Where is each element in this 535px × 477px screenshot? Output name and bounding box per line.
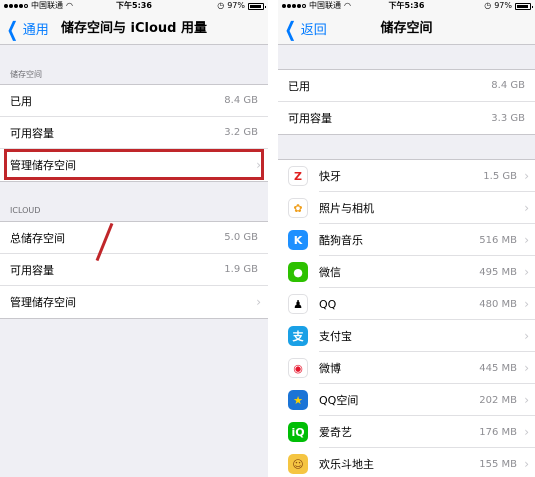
alipay-icon: 支 xyxy=(288,326,308,346)
app-size: 480 MB xyxy=(479,298,517,310)
battery-icon xyxy=(515,2,533,10)
page-title: 储存空间 xyxy=(380,21,433,36)
app-name: QQ xyxy=(319,297,337,311)
app-name: 照片与相机 xyxy=(319,202,374,215)
manage-icloud-storage-button[interactable]: 管理储存空间 › xyxy=(0,286,268,318)
chevron-right-icon: › xyxy=(524,393,529,407)
available-value: 3.2 GB xyxy=(224,127,258,138)
used-label: 已用 xyxy=(10,94,32,108)
available-row: 可用容量 3.2 GB xyxy=(0,117,268,149)
storage-and-icloud-screen: 中国联通 ◠ 下午5:36 ◷ 97% ❮ 通用 储存空间与 iCloud 用量… xyxy=(0,0,268,477)
app-row[interactable]: ★ QQ空间 202 MB › xyxy=(278,384,535,416)
chevron-right-icon: › xyxy=(524,169,529,183)
app-name: 快牙 xyxy=(319,170,341,183)
app-row[interactable]: ☺ 欢乐斗地主 155 MB › xyxy=(278,448,535,477)
section-header-icloud: ICLOUD xyxy=(10,206,41,215)
app-size: 155 MB xyxy=(479,458,517,470)
app-size: 1.5 GB xyxy=(483,170,517,182)
app-size: 202 MB xyxy=(479,394,517,406)
section-header-storage: 储存空间 xyxy=(10,70,42,79)
app-size: 176 MB xyxy=(479,426,517,438)
icloud-available-label: 可用容量 xyxy=(10,263,54,277)
icloud-available-value: 1.9 GB xyxy=(224,264,258,275)
total-storage-label: 总储存空间 xyxy=(10,231,65,245)
used-row: 已用 8.4 GB xyxy=(0,85,268,117)
photos-icon: ✿ xyxy=(288,198,308,218)
available-label: 可用容量 xyxy=(10,126,54,140)
used-value: 8.4 GB xyxy=(491,80,525,91)
app-size: 495 MB xyxy=(479,266,517,278)
app-name: 爱奇艺 xyxy=(319,426,352,439)
app-name: 微博 xyxy=(319,362,341,375)
app-row[interactable]: ♟ QQ 480 MB › xyxy=(278,288,535,320)
available-row: 可用容量 3.3 GB xyxy=(278,102,535,134)
doudizhu-icon: ☺ xyxy=(288,454,308,474)
kugou-icon: K xyxy=(288,230,308,250)
status-bar: 中国联通 ◠ 下午5:36 ◷ 97% xyxy=(0,0,268,12)
icloud-group: 总储存空间 5.0 GB 可用容量 1.9 GB 管理储存空间 › xyxy=(0,221,268,319)
qq-icon: ♟ xyxy=(288,294,308,314)
app-list: Z 快牙 1.5 GB › ✿ 照片与相机 › K 酷狗音乐 516 MB › ● 微信 495 MB › ♟… xyxy=(278,159,535,477)
used-row: 已用 8.4 GB xyxy=(278,70,535,102)
manage-icloud-storage-label: 管理储存空间 xyxy=(10,296,76,309)
chevron-right-icon: › xyxy=(524,457,529,471)
app-name: QQ空间 xyxy=(319,394,359,407)
qzone-icon: ★ xyxy=(288,390,308,410)
navigation-bar: ❮ 通用 储存空间与 iCloud 用量 xyxy=(0,12,268,45)
page-title: 储存空间与 iCloud 用量 xyxy=(61,21,207,36)
app-row[interactable]: Z 快牙 1.5 GB › xyxy=(278,160,535,192)
app-name: 欢乐斗地主 xyxy=(319,458,374,471)
chevron-right-icon: › xyxy=(524,233,529,247)
app-row[interactable]: 支支付宝 › xyxy=(278,320,535,352)
available-value: 3.3 GB xyxy=(491,112,525,124)
chevron-right-icon: › xyxy=(524,201,529,215)
app-name: 微信 xyxy=(319,266,341,279)
available-label: 可用容量 xyxy=(288,112,332,125)
total-storage-row: 总储存空间 5.0 GB xyxy=(0,222,268,254)
chevron-right-icon: › xyxy=(524,265,529,279)
app-row[interactable]: ✿ 照片与相机 › xyxy=(278,192,535,224)
app-size: 516 MB xyxy=(479,234,517,246)
app-row[interactable]: ● 微信 495 MB › xyxy=(278,256,535,288)
weibo-icon: ◉ xyxy=(288,358,308,378)
chevron-right-icon: › xyxy=(524,297,529,311)
used-value: 8.4 GB xyxy=(224,95,258,106)
icloud-available-row: 可用容量 1.9 GB xyxy=(0,254,268,286)
used-label: 已用 xyxy=(288,79,310,93)
battery-percent: 97% xyxy=(494,1,512,10)
storage-screen: 中国联通 ◠ 下午5:36 ◷ 97% ❮ 返回 储存空间 已用 8.4 GB … xyxy=(278,0,535,477)
chevron-right-icon: › xyxy=(524,361,529,375)
app-size: 445 MB xyxy=(479,362,517,374)
app-row[interactable]: ◉ 微博 445 MB › xyxy=(278,352,535,384)
highlight-annotation xyxy=(4,149,264,180)
navigation-bar: ❮ 返回 储存空间 xyxy=(278,12,535,45)
wechat-icon: ● xyxy=(288,262,308,282)
status-bar: 中国联通 ◠ 下午5:36 ◷ 97% xyxy=(278,0,535,12)
battery-icon xyxy=(248,2,266,10)
chevron-right-icon: › xyxy=(256,295,261,309)
app-name: 支付宝 xyxy=(319,330,352,343)
chevron-right-icon: › xyxy=(524,329,529,343)
kuaiya-icon: Z xyxy=(288,166,308,186)
iqiyi-icon: iQ xyxy=(288,422,308,442)
alarm-icon: ◷ xyxy=(217,1,225,10)
app-row[interactable]: K 酷狗音乐 516 MB › xyxy=(278,224,535,256)
storage-summary-group: 已用 8.4 GB 可用容量 3.3 GB xyxy=(278,69,535,135)
alarm-icon: ◷ xyxy=(484,1,492,10)
total-storage-value: 5.0 GB xyxy=(224,232,258,243)
battery-percent: 97% xyxy=(227,1,245,10)
app-name: 酷狗音乐 xyxy=(319,234,363,247)
chevron-right-icon: › xyxy=(524,425,529,439)
app-row[interactable]: iQ 爱奇艺 176 MB › xyxy=(278,416,535,448)
